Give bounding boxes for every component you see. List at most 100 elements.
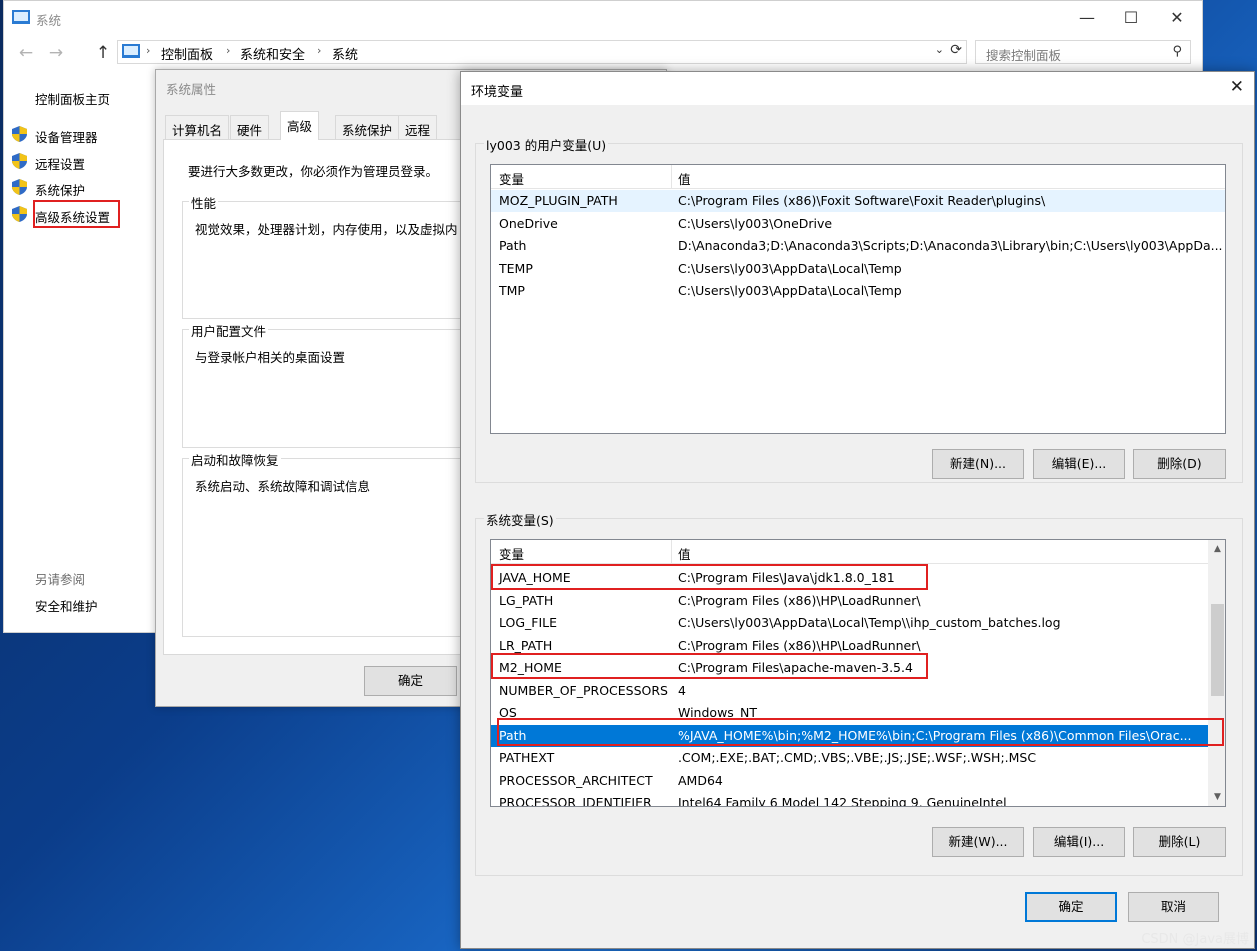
user-delete-button[interactable]: 删除(D) <box>1133 449 1226 479</box>
tab-hardware[interactable]: 硬件 <box>230 115 270 139</box>
var-value: D:\Anaconda3;D:\Anaconda3\Scripts;D:\Ana… <box>678 238 1223 253</box>
system-app-icon <box>12 10 30 24</box>
user-edit-button[interactable]: 编辑(E)... <box>1033 449 1125 479</box>
var-name: TEMP <box>499 260 533 276</box>
scroll-down-arrow-icon[interactable]: ▼ <box>1209 792 1225 802</box>
var-name: LOG_FILE <box>499 615 558 630</box>
search-input[interactable]: 搜索控制面板 ⚲ <box>975 40 1191 64</box>
tab-computer-name[interactable]: 计算机名 <box>165 115 230 139</box>
scrollbar-thumb[interactable] <box>1211 604 1224 696</box>
refresh-icon[interactable]: ⟳ <box>950 42 962 58</box>
tab-remote[interactable]: 远程 <box>398 115 438 139</box>
system-edit-button[interactable]: 编辑(I)... <box>1033 827 1125 857</box>
table-row[interactable]: LG_PATH C:\Program Files (x86)\HP\LoadRu… <box>491 590 1210 612</box>
column-divider[interactable] <box>671 540 672 564</box>
ev-ok-button[interactable]: 确定 <box>1025 892 1117 922</box>
environment-variables-dialog: 环境变量 ✕ ly003 的用户变量(U) 变量 值 MOZ_PLUGIN_PA… <box>460 71 1255 949</box>
breadcrumb-separator: › <box>317 44 322 57</box>
table-row[interactable]: LOG_FILE C:\Users\ly003\AppData\Local\Te… <box>491 612 1210 634</box>
var-name: PROCESSOR_IDENTIFIER <box>499 795 652 807</box>
up-arrow-icon[interactable]: ↑ <box>93 43 113 63</box>
table-row[interactable]: OneDrive C:\Users\ly003\OneDrive <box>491 213 1225 235</box>
table-row[interactable]: Path D:\Anaconda3;D:\Anaconda3\Scripts;D… <box>491 235 1225 257</box>
address-bar[interactable]: › 控制面板 › 系统和安全 › 系统 ⌄ ⟳ <box>117 40 967 64</box>
system-vars-frame: 系统变量(S) 变量 值 JAVA_HOME C:\Program Files\… <box>475 510 1243 876</box>
shield-icon <box>12 153 27 169</box>
list-header: 变量 值 <box>491 540 1210 564</box>
table-row[interactable]: TEMP C:\Users\ly003\AppData\Local\Temp <box>491 258 1225 280</box>
group-title: 用户配置文件 <box>189 321 269 340</box>
table-row[interactable]: PATHEXT .COM;.EXE;.BAT;.CMD;.VBS;.VBE;.J… <box>491 747 1210 769</box>
var-value: C:\Users\ly003\AppData\Local\Temp\\ihp_c… <box>678 615 1061 630</box>
chevron-down-icon[interactable]: ⌄ <box>935 43 944 56</box>
user-vars-title: ly003 的用户变量(U) <box>484 135 609 154</box>
back-arrow-icon[interactable]: ← <box>16 43 36 63</box>
highlight-box <box>491 564 928 590</box>
var-name: TMP <box>499 283 525 298</box>
computer-icon <box>122 44 140 58</box>
var-value: C:\Users\ly003\OneDrive <box>678 215 833 231</box>
system-new-button[interactable]: 新建(W)... <box>932 827 1024 857</box>
var-value: .COM;.EXE;.BAT;.CMD;.VBS;.VBE;.JS;.JSE;.… <box>678 750 1037 765</box>
table-row[interactable]: MOZ_PLUGIN_PATH C:\Program Files (x86)\F… <box>491 190 1225 213</box>
column-header-value[interactable]: 值 <box>678 169 691 188</box>
table-row[interactable]: NUMBER_OF_PROCESSORS 4 <box>491 680 1210 702</box>
var-value: C:\Users\ly003\AppData\Local\Temp <box>678 283 902 298</box>
system-vars-title: 系统变量(S) <box>484 510 556 529</box>
var-name: Path <box>499 238 527 253</box>
column-header-value[interactable]: 值 <box>678 544 691 563</box>
column-header-variable[interactable]: 变量 <box>499 544 524 563</box>
close-button[interactable]: ✕ <box>1154 1 1200 35</box>
shield-icon <box>12 126 27 142</box>
table-row[interactable]: PROCESSOR_IDENTIFIER Intel64 Family 6 Mo… <box>491 792 1210 807</box>
breadcrumb-control-panel[interactable]: 控制面板 <box>161 44 213 63</box>
breadcrumb-system[interactable]: 系统 <box>332 44 358 63</box>
sidebar-home-link[interactable]: 控制面板主页 <box>35 89 110 108</box>
user-vars-list[interactable]: 变量 值 MOZ_PLUGIN_PATH C:\Program Files (x… <box>490 164 1226 434</box>
shield-icon <box>12 179 27 195</box>
cp-titlebar: 系统 — ☐ ✕ <box>4 1 1202 35</box>
var-name: LR_PATH <box>499 637 553 653</box>
sidebar-item-remote-settings[interactable]: 远程设置 <box>35 154 85 173</box>
var-value: Intel64 Family 6 Model 142 Stepping 9, G… <box>678 795 1007 807</box>
var-name: LG_PATH <box>499 592 554 608</box>
tab-system-protection[interactable]: 系统保护 <box>335 115 400 139</box>
maximize-button[interactable]: ☐ <box>1108 1 1154 35</box>
ev-titlebar: 环境变量 ✕ <box>461 72 1254 105</box>
sidebar-item-system-protection[interactable]: 系统保护 <box>35 180 85 199</box>
highlight-box <box>33 200 120 228</box>
see-also-label: 另请参阅 <box>35 572 86 587</box>
breadcrumb-system-security[interactable]: 系统和安全 <box>240 44 305 63</box>
watermark: CSDN @Java展博 <box>1141 932 1249 947</box>
var-value: AMD64 <box>678 772 723 788</box>
table-row[interactable]: PROCESSOR_ARCHITECT AMD64 <box>491 770 1210 792</box>
user-vars-frame: ly003 的用户变量(U) 变量 值 MOZ_PLUGIN_PATH C:\P… <box>475 135 1243 483</box>
sidebar-item-device-manager[interactable]: 设备管理器 <box>35 127 98 146</box>
cp-window-title: 系统 <box>36 13 62 28</box>
group-desc: 系统启动、系统故障和调试信息 <box>195 479 371 494</box>
highlight-box <box>497 718 1224 746</box>
sp-ok-button[interactable]: 确定 <box>364 666 457 696</box>
search-icon[interactable]: ⚲ <box>1172 44 1182 59</box>
ev-dialog-title: 环境变量 <box>471 85 524 100</box>
column-header-variable[interactable]: 变量 <box>499 169 524 188</box>
var-name: NUMBER_OF_PROCESSORS <box>499 682 668 698</box>
vertical-scrollbar[interactable]: ▲ ▼ <box>1208 540 1225 806</box>
tab-advanced[interactable]: 高级 <box>280 111 320 140</box>
system-delete-button[interactable]: 删除(L) <box>1133 827 1226 857</box>
forward-arrow-icon[interactable]: → <box>46 43 66 63</box>
table-row[interactable]: TMP C:\Users\ly003\AppData\Local\Temp <box>491 280 1225 302</box>
close-icon[interactable]: ✕ <box>1230 77 1244 97</box>
var-value: C:\Program Files (x86)\HP\LoadRunner\ <box>678 637 921 653</box>
admin-note: 要进行大多数更改，你必须作为管理员登录。 <box>188 164 439 179</box>
column-divider[interactable] <box>671 165 672 189</box>
var-value: C:\Program Files (x86)\Foxit Software\Fo… <box>678 193 1046 208</box>
scroll-up-arrow-icon[interactable]: ▲ <box>1209 544 1225 554</box>
group-title: 性能 <box>189 193 219 212</box>
minimize-button[interactable]: — <box>1064 1 1110 35</box>
sidebar-item-security-maintenance[interactable]: 安全和维护 <box>35 596 98 615</box>
search-placeholder: 搜索控制面板 <box>986 48 1062 63</box>
user-new-button[interactable]: 新建(N)... <box>932 449 1024 479</box>
var-name: PROCESSOR_ARCHITECT <box>499 772 653 788</box>
ev-cancel-button[interactable]: 取消 <box>1128 892 1219 922</box>
